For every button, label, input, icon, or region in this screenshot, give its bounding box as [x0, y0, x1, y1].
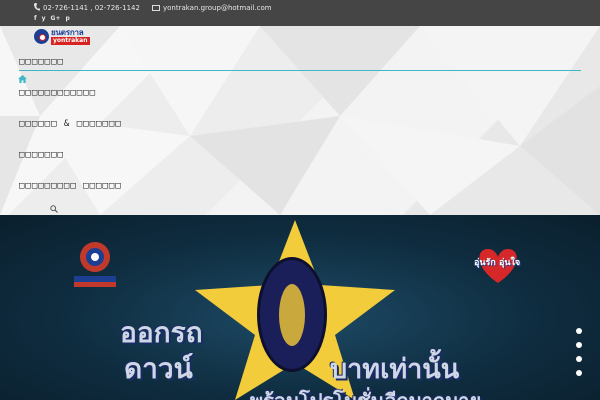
menu-item-3[interactable]: □□□□□□ & □□□□□□□ [19, 119, 122, 129]
hero-slider[interactable]: อุ่นรัก อุ่นใจ ออกรถ ดาวน์ บาทเท่านั้น พ… [0, 215, 600, 400]
email-address[interactable]: yontrakan.group@hotmail.com [163, 4, 272, 12]
social-links: f y G+ p [34, 15, 70, 22]
search-icon[interactable] [50, 205, 58, 213]
slide-dot-3[interactable] [576, 356, 582, 362]
promo-badge-text: อุ่นรัก อุ่นใจ [474, 258, 521, 268]
menu-item-2[interactable]: □□□□□□□□□□□□ [19, 88, 96, 98]
promo-badge: อุ่นรัก อุ่นใจ [470, 245, 526, 289]
site-logo[interactable]: ยนตรกาล yontrakan [34, 28, 90, 45]
banner-text-line4: พร้อมโปรโมชั่นอีกมากมาย [250, 385, 481, 400]
menu-item-5[interactable]: □□□□□□□□□ □□□□□□ [19, 181, 122, 191]
twitter-icon[interactable]: y [42, 15, 46, 22]
facebook-icon[interactable]: f [34, 15, 37, 22]
menu-divider [19, 70, 581, 71]
email-icon [151, 5, 160, 11]
banner-text-line2: ดาวน์ [124, 352, 193, 385]
slider-pagination [576, 328, 582, 376]
google-plus-icon[interactable]: G+ [51, 15, 61, 22]
slide-dot-2[interactable] [576, 342, 582, 348]
slide-dot-1[interactable] [576, 328, 582, 334]
banner-text-line3: บาทเท่านั้น [330, 354, 460, 385]
menu-item-4[interactable]: □□□□□□□ [19, 150, 64, 160]
logo-latin-text: yontrakan [51, 37, 90, 45]
phone-numbers: 02-726-1141 , 02-726-1142 [43, 4, 140, 12]
logo-thai-text: ยนตรกาล [51, 28, 84, 37]
brand-emblem-icon [74, 242, 116, 287]
top-bar: 02-726-1141 , 02-726-1142 yontrakan.grou… [0, 0, 600, 26]
contact-info: 02-726-1141 , 02-726-1142 yontrakan.grou… [34, 3, 272, 13]
zero-graphic [257, 257, 327, 372]
header: ยนตรกาล yontrakan □□□□□□□ □□□□□□□□□□□□ □… [0, 26, 600, 215]
phone-icon [34, 3, 40, 13]
pinterest-icon[interactable]: p [66, 15, 70, 22]
slide-dot-4[interactable] [576, 370, 582, 376]
menu-item-home[interactable]: □□□□□□□ [19, 57, 64, 67]
home-icon[interactable] [18, 75, 27, 83]
logo-emblem-icon [34, 29, 49, 44]
